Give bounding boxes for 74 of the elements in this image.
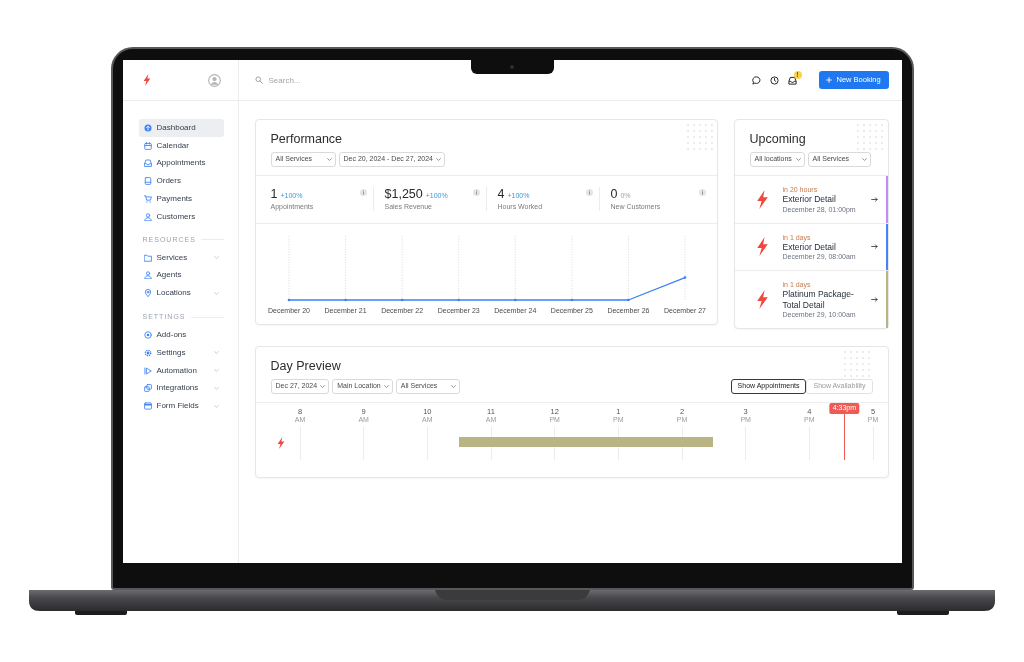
calendar-icon: [143, 141, 152, 150]
data-point: [343, 298, 347, 302]
chevron-down-icon: [861, 157, 867, 162]
bolt-icon: [755, 237, 769, 257]
nav-item[interactable]: Customers: [138, 208, 224, 226]
card-title: Day Preview: [270, 359, 341, 374]
nav-item[interactable]: Services: [138, 248, 224, 267]
stat-value: $1,250: [384, 187, 423, 202]
play-icon: [143, 366, 152, 375]
data-point: [683, 276, 686, 279]
nav-item[interactable]: Settings: [138, 343, 224, 362]
nav-item[interactable]: Agents: [138, 266, 224, 285]
current-time-line: [843, 413, 845, 460]
stat-value: 4: [497, 187, 505, 202]
data-point: [570, 298, 573, 302]
chevron-down-icon: [320, 384, 326, 389]
bolt-icon: [755, 189, 769, 209]
nav-item[interactable]: Appointments: [138, 154, 224, 173]
bolt-icon: [755, 290, 769, 309]
tray-icon: [143, 159, 152, 168]
user-icon: [143, 212, 152, 221]
appointment-title: Platinum Package-Total Detail: [782, 289, 855, 310]
chat-icon[interactable]: [751, 75, 761, 85]
card-title: Upcoming: [749, 132, 806, 147]
nav-item[interactable]: Dashboard: [138, 119, 224, 137]
info-icon[interactable]: [585, 189, 593, 196]
tray-icon[interactable]: [787, 75, 797, 85]
appointment-title: Exterior Detail: [782, 194, 837, 205]
info-icon[interactable]: [698, 189, 706, 196]
arrow-right-icon[interactable]: [870, 296, 878, 303]
location-pin-icon: [143, 289, 152, 298]
nav-item[interactable]: Calendar: [138, 136, 224, 155]
nav-item[interactable]: Locations: [138, 284, 224, 303]
data-point: [626, 298, 630, 302]
appointment-title: Exterior Detail: [782, 241, 837, 252]
arrow-right-icon[interactable]: [870, 195, 878, 203]
window-icon: [143, 402, 152, 411]
tablet-icon: [143, 177, 152, 186]
cart-icon: [143, 195, 152, 204]
nav-item[interactable]: Form Fields: [138, 397, 224, 416]
chevron-down-icon: [450, 384, 456, 389]
search-icon: [254, 76, 263, 84]
info-icon[interactable]: [359, 189, 367, 196]
folder-icon: [143, 253, 152, 262]
target-icon: [143, 331, 152, 340]
nav-item[interactable]: Integrations: [138, 379, 224, 398]
data-point: [513, 298, 517, 302]
arrow-right-icon[interactable]: [870, 243, 878, 251]
settings-icon: [143, 348, 152, 357]
nav-item[interactable]: Add-ons: [138, 326, 224, 344]
bolt-icon[interactable]: [142, 74, 151, 86]
search-field[interactable]: Search...: [268, 73, 419, 87]
user-icon: [143, 271, 152, 280]
clock-icon[interactable]: [769, 75, 779, 85]
data-point: [456, 298, 460, 302]
data-point: [287, 298, 290, 302]
card-title: Performance: [270, 132, 343, 147]
chevron-down-icon: [383, 384, 389, 389]
camera-icon: [510, 65, 514, 69]
data-point: [400, 298, 403, 302]
nav-item[interactable]: Orders: [138, 172, 224, 191]
plus-icon: [825, 77, 832, 83]
chevron-down-icon: [436, 157, 441, 162]
arrow-up-circle-icon: [143, 123, 152, 132]
avatar-icon[interactable]: [207, 73, 221, 87]
bolt-icon: [276, 437, 285, 449]
info-icon[interactable]: [472, 189, 480, 196]
nav-item[interactable]: Automation: [138, 361, 224, 380]
nav-item[interactable]: Payments: [138, 190, 224, 208]
chevron-down-icon: [326, 157, 332, 162]
squares-icon: [143, 384, 152, 393]
chevron-down-icon: [795, 157, 801, 162]
stat-value: 0: [610, 187, 618, 202]
stat-value: 1: [270, 187, 278, 202]
